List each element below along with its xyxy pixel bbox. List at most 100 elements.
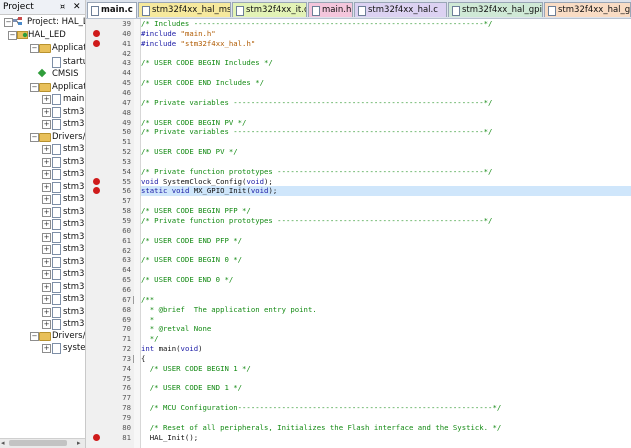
code-line[interactable]: /* Includes ----------------------------… — [141, 19, 631, 29]
expand-icon[interactable]: + — [42, 183, 51, 192]
breakpoint-icon[interactable] — [93, 40, 100, 47]
code-line[interactable] — [141, 285, 631, 295]
scroll-right-icon[interactable]: ▸ — [77, 439, 81, 448]
tree-item[interactable]: − Application/MDK-ARM — [0, 42, 85, 54]
expand-icon[interactable]: + — [42, 170, 51, 179]
project-horizontal-scrollbar[interactable]: ◂ ▸ — [0, 438, 85, 448]
expand-icon[interactable]: + — [42, 233, 51, 242]
code-line[interactable]: int main(void) — [141, 344, 631, 354]
expand-icon[interactable]: + — [42, 220, 51, 229]
code-line[interactable]: /* USER CODE END PV */ — [141, 147, 631, 157]
expand-icon[interactable]: + — [42, 95, 51, 104]
code-line[interactable]: /* MCU Configuration--------------------… — [141, 403, 631, 413]
collapse-icon[interactable]: − — [30, 44, 39, 53]
collapse-icon[interactable]: − — [4, 18, 13, 27]
expand-icon[interactable]: + — [42, 208, 51, 217]
code-line[interactable] — [141, 393, 631, 403]
tree-item[interactable]: + stm32f4xx_hal_flash_ex.c — [0, 206, 85, 218]
tree-item[interactable]: − HAL_LED — [0, 29, 85, 41]
expand-icon[interactable]: + — [42, 270, 51, 279]
code-line[interactable]: #include "stm32f4xx_hal.h" — [141, 39, 631, 49]
tree-item[interactable]: + stm32f4xx_hal_rcc.c — [0, 168, 85, 180]
breakpoint-icon[interactable] — [93, 178, 100, 185]
code-line[interactable]: /* USER CODE END Includes */ — [141, 78, 631, 88]
code-line[interactable]: /* USER CODE END PFP */ — [141, 236, 631, 246]
pin-icon[interactable]: ¤ — [60, 0, 65, 14]
code-line[interactable]: /* USER CODE BEGIN Includes */ — [141, 58, 631, 68]
tree-item[interactable]: + system_stm32f4xx.c — [0, 342, 85, 354]
scroll-left-icon[interactable]: ◂ — [1, 439, 5, 448]
expand-icon[interactable]: + — [42, 308, 51, 317]
expand-icon[interactable]: + — [42, 120, 51, 129]
editor-tab[interactable]: main.h — [308, 2, 353, 17]
code-line[interactable]: #include "main.h" — [141, 29, 631, 39]
tree-item[interactable]: + stm32f4xx_hal_flash_ramfunc.c — [0, 218, 85, 230]
code-editor[interactable]: 39 40 41 42 43 44 45 46 47 48 49 50 51 52 53 54 55 56 57 58… — [86, 19, 631, 448]
tree-item[interactable]: − Application/User — [0, 81, 85, 93]
tree-item[interactable]: + stm32f4xx_hal_pwr_ex.c — [0, 281, 85, 293]
code-line[interactable]: /* Private function prototypes ---------… — [141, 167, 631, 177]
tree-item[interactable]: + stm32f4xx_hal_pwr.c — [0, 268, 85, 280]
expand-icon[interactable]: + — [42, 158, 51, 167]
editor-tab[interactable]: stm32f4xx_it.c — [232, 2, 307, 17]
tree-item[interactable]: + stm32f4xx_hal_msp.c — [0, 118, 85, 130]
tree-item[interactable]: + stm32f4xx_it.c — [0, 106, 85, 118]
expand-icon[interactable]: + — [42, 245, 51, 254]
tree-item[interactable]: + stm32f4xx_hal_dma.c — [0, 256, 85, 268]
tree-item[interactable]: + stm32f4xx_hal_exti.c — [0, 318, 85, 330]
editor-tab[interactable]: stm32f4xx_hal_gpio.h — [544, 2, 631, 17]
breakpoint-icon[interactable] — [93, 434, 100, 441]
code-line[interactable] — [141, 157, 631, 167]
tree-item[interactable]: − Drivers/STM32F4xx_HAL_Driver — [0, 131, 85, 143]
expand-icon[interactable]: + — [42, 108, 51, 117]
tree-item[interactable]: − Project: HAL_LED — [0, 16, 85, 28]
code-line[interactable] — [141, 137, 631, 147]
code-line[interactable]: /* USER CODE BEGIN 0 */ — [141, 255, 631, 265]
editor-tab[interactable]: stm32f4xx_hal.c — [354, 2, 447, 17]
code-line[interactable] — [141, 196, 631, 206]
tree-item[interactable]: startup_stm32f407xx.s — [0, 56, 85, 68]
expand-icon[interactable]: + — [42, 145, 51, 154]
tree-item[interactable]: + stm32f4xx_hal_tim.c — [0, 143, 85, 155]
editor-tab[interactable]: stm32f4xx_hal_gpio.c — [448, 2, 543, 17]
expand-icon[interactable]: + — [42, 295, 51, 304]
code-line[interactable]: /* USER CODE END 1 */ — [141, 383, 631, 393]
tree-item[interactable]: + stm32f4xx_hal_gpio.c — [0, 231, 85, 243]
code-line[interactable] — [141, 108, 631, 118]
tree-item[interactable]: + stm32f4xx_hal_flash.c — [0, 193, 85, 205]
code-line[interactable] — [141, 413, 631, 423]
collapse-icon[interactable]: − — [30, 332, 39, 341]
expand-icon[interactable]: + — [42, 320, 51, 329]
code-line[interactable]: { — [141, 354, 631, 364]
breakpoint-icon[interactable] — [93, 187, 100, 194]
code-line[interactable]: /* USER CODE BEGIN 1 */ — [141, 364, 631, 374]
code-line[interactable]: static void MX_GPIO_Init(void); — [141, 186, 631, 196]
collapse-icon[interactable]: − — [8, 31, 17, 40]
tree-item[interactable]: + stm32f4xx_hal_tim_ex.c — [0, 156, 85, 168]
editor-tab[interactable]: stm32f4xx_hal_msp.c — [138, 2, 231, 17]
code-line[interactable]: /* Private variables -------------------… — [141, 127, 631, 137]
tree-item[interactable]: + main.c — [0, 93, 85, 105]
collapse-icon[interactable]: − — [30, 133, 39, 142]
code-line[interactable]: */ — [141, 334, 631, 344]
code-line[interactable]: * @retval None — [141, 324, 631, 334]
expand-icon[interactable]: + — [42, 258, 51, 267]
tree-item[interactable]: CMSIS — [0, 68, 85, 80]
code-area[interactable]: /* Includes ----------------------------… — [141, 19, 631, 448]
code-line[interactable] — [141, 88, 631, 98]
code-line[interactable]: /* USER CODE END 0 */ — [141, 275, 631, 285]
tree-item[interactable]: + stm32f4xx_hal_cortex.c — [0, 293, 85, 305]
tree-item[interactable]: − Drivers/CMSIS — [0, 330, 85, 342]
editor-gutter[interactable]: 39 40 41 42 43 44 45 46 47 48 49 50 51 52 53 54 55 56 57 58… — [86, 19, 141, 448]
tree-item[interactable]: + stm32f4xx_hal_rcc_ex.c — [0, 181, 85, 193]
breakpoint-icon[interactable] — [93, 30, 100, 37]
code-line[interactable] — [141, 226, 631, 236]
code-line[interactable]: /* Private variables -------------------… — [141, 98, 631, 108]
code-line[interactable]: /** — [141, 295, 631, 305]
editor-tab[interactable]: main.c — [87, 2, 137, 18]
expand-icon[interactable]: + — [42, 195, 51, 204]
code-line[interactable]: /* Private function prototypes ---------… — [141, 216, 631, 226]
scrollbar-thumb[interactable] — [9, 440, 67, 446]
expand-icon[interactable]: + — [42, 344, 51, 353]
collapse-icon[interactable]: − — [30, 83, 39, 92]
